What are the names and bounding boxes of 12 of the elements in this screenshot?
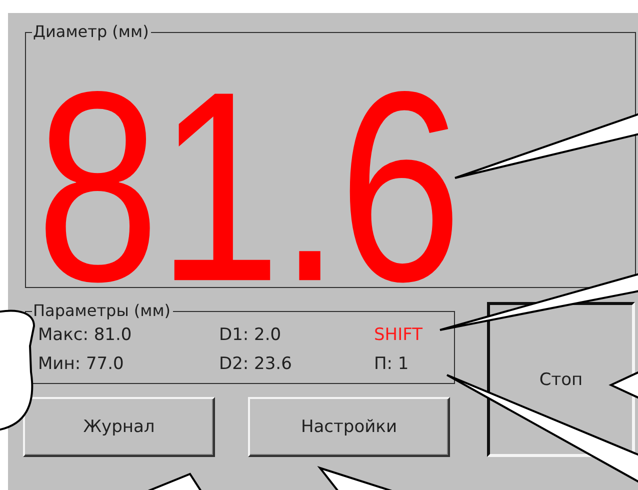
diameter-value: 81.6 — [36, 91, 460, 286]
callout-pointer — [147, 472, 202, 490]
parameter-value: D1: 2.0 — [219, 324, 282, 347]
status-indicator: SHIFT — [374, 324, 422, 347]
parameter-value: D2: 23.6 — [219, 353, 292, 376]
group-title: Диаметр (мм) — [32, 23, 150, 41]
settings-button[interactable]: Настройки — [248, 397, 450, 457]
parameter-value: Мин: 77.0 — [38, 353, 124, 376]
parameter-value: П: 1 — [374, 353, 409, 376]
log-button[interactable]: Журнал — [23, 397, 215, 457]
parameter-value: Макс: 81.0 — [38, 324, 132, 347]
group-title: Параметры (мм) — [32, 302, 172, 320]
